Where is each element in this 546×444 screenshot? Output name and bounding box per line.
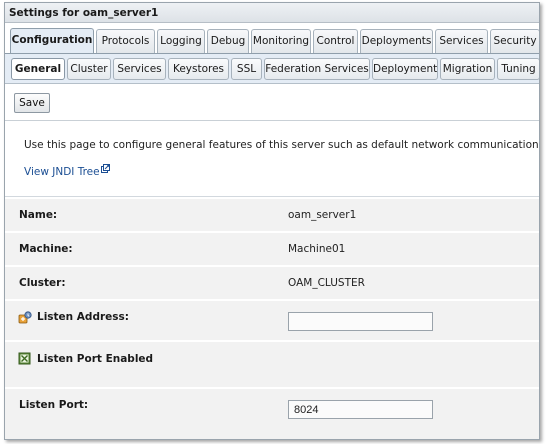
panel-title: Settings for oam_server1 bbox=[5, 3, 539, 23]
listen-port-enabled-row: Listen Port Enabled bbox=[5, 342, 539, 388]
subtab-general[interactable]: General bbox=[11, 58, 65, 80]
machine-value: Machine01 bbox=[288, 243, 346, 255]
page-description: Use this page to configure general featu… bbox=[24, 139, 540, 151]
toolbar: Save bbox=[5, 85, 539, 121]
tab-configuration[interactable]: Configuration bbox=[10, 28, 94, 54]
subtab-ssl[interactable]: SSL bbox=[231, 58, 262, 80]
cluster-label: Cluster: bbox=[19, 277, 66, 289]
subtab-services[interactable]: Services bbox=[113, 58, 166, 80]
subtab-migration[interactable]: Migration bbox=[440, 58, 495, 80]
view-jndi-tree-link[interactable]: View JNDI Tree bbox=[24, 166, 100, 178]
cluster-row: Cluster: OAM_CLUSTER bbox=[5, 267, 539, 300]
name-label: Name: bbox=[19, 209, 58, 221]
machine-label: Machine: bbox=[19, 243, 73, 255]
listen-address-input[interactable] bbox=[288, 312, 433, 331]
save-button[interactable]: Save bbox=[14, 93, 50, 113]
listen-port-label: Listen Port: bbox=[19, 399, 89, 411]
main-tabs: Configuration Protocols Logging Debug Mo… bbox=[5, 26, 539, 54]
tab-logging[interactable]: Logging bbox=[157, 29, 205, 53]
tab-control[interactable]: Control bbox=[313, 29, 358, 53]
subtab-federation-services[interactable]: Federation Services bbox=[264, 58, 370, 80]
external-link-icon[interactable] bbox=[101, 164, 110, 173]
listen-port-enabled-label: Listen Port Enabled bbox=[37, 353, 154, 365]
tab-deployments[interactable]: Deployments bbox=[360, 29, 433, 53]
tab-protocols[interactable]: Protocols bbox=[96, 29, 155, 53]
listen-address-row: Listen Address: bbox=[5, 301, 539, 341]
cluster-value: OAM_CLUSTER bbox=[288, 277, 365, 289]
subtab-deployment[interactable]: Deployment bbox=[372, 58, 438, 80]
subtab-keystores[interactable]: Keystores bbox=[168, 58, 229, 80]
tab-security[interactable]: Security bbox=[490, 29, 539, 53]
machine-row: Machine: Machine01 bbox=[5, 233, 539, 266]
listen-address-label: Listen Address: bbox=[37, 311, 129, 323]
listen-port-row: Listen Port: bbox=[5, 389, 539, 439]
tab-services[interactable]: Services bbox=[435, 29, 488, 53]
name-value: oam_server1 bbox=[288, 209, 357, 221]
settings-panel: Settings for oam_server1 Configuration P… bbox=[4, 2, 540, 440]
tab-debug[interactable]: Debug bbox=[207, 29, 249, 53]
subtab-tuning[interactable]: Tuning bbox=[497, 58, 539, 80]
checkbox-checked-icon[interactable] bbox=[18, 352, 32, 366]
section-divider bbox=[5, 196, 539, 197]
name-row: Name: oam_server1 bbox=[5, 199, 539, 232]
tab-monitoring[interactable]: Monitoring bbox=[251, 29, 311, 53]
subtab-cluster[interactable]: Cluster bbox=[67, 58, 111, 80]
restart-required-icon bbox=[18, 311, 32, 324]
listen-port-input[interactable] bbox=[288, 400, 433, 419]
